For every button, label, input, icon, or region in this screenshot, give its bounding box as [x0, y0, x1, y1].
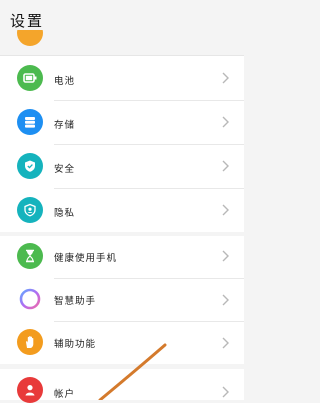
storage-icon — [17, 109, 43, 135]
settings-item-label: 安全 — [54, 164, 76, 175]
settings-item-storage[interactable]: 存储 — [0, 100, 244, 144]
hourglass-icon — [17, 243, 43, 269]
assistant-ring-icon — [17, 286, 43, 312]
settings-group-assist: 健康使用手机 智慧助手 辅助功能 — [0, 236, 244, 364]
settings-item-label: 智慧助手 — [54, 296, 97, 307]
battery-icon — [17, 65, 43, 91]
settings-item-account[interactable]: 帐户 — [0, 369, 244, 403]
settings-item-security[interactable]: 安全 — [0, 144, 244, 188]
settings-item-label: 辅助功能 — [54, 339, 97, 350]
chevron-right-icon — [222, 294, 229, 306]
user-icon — [17, 377, 43, 403]
settings-item-smart-assistant[interactable]: 智慧助手 — [0, 279, 244, 321]
settings-item-label: 帐户 — [54, 389, 76, 400]
partial-orange-icon — [17, 30, 43, 46]
hand-icon — [17, 329, 43, 355]
chevron-right-icon — [222, 337, 229, 349]
partial-list-item[interactable] — [0, 0, 244, 55]
settings-group-device: 电池 存储 安全 隐私 — [0, 56, 244, 232]
chevron-right-icon — [222, 204, 229, 216]
settings-item-digital-balance[interactable]: 健康使用手机 — [0, 236, 244, 276]
chevron-right-icon — [222, 160, 229, 172]
settings-item-label: 健康使用手机 — [54, 253, 118, 264]
chevron-right-icon — [222, 72, 229, 84]
settings-item-privacy[interactable]: 隐私 — [0, 188, 244, 232]
settings-item-label: 存储 — [54, 120, 76, 131]
settings-item-label: 电池 — [54, 76, 76, 87]
chevron-right-icon — [222, 116, 229, 128]
shield-icon — [17, 153, 43, 179]
settings-item-battery[interactable]: 电池 — [0, 56, 244, 100]
settings-group-account: 帐户 — [0, 369, 244, 403]
chevron-right-icon — [222, 386, 229, 398]
privacy-icon — [17, 197, 43, 223]
chevron-right-icon — [222, 250, 229, 262]
settings-item-label: 隐私 — [54, 208, 76, 219]
settings-item-accessibility[interactable]: 辅助功能 — [0, 322, 244, 364]
